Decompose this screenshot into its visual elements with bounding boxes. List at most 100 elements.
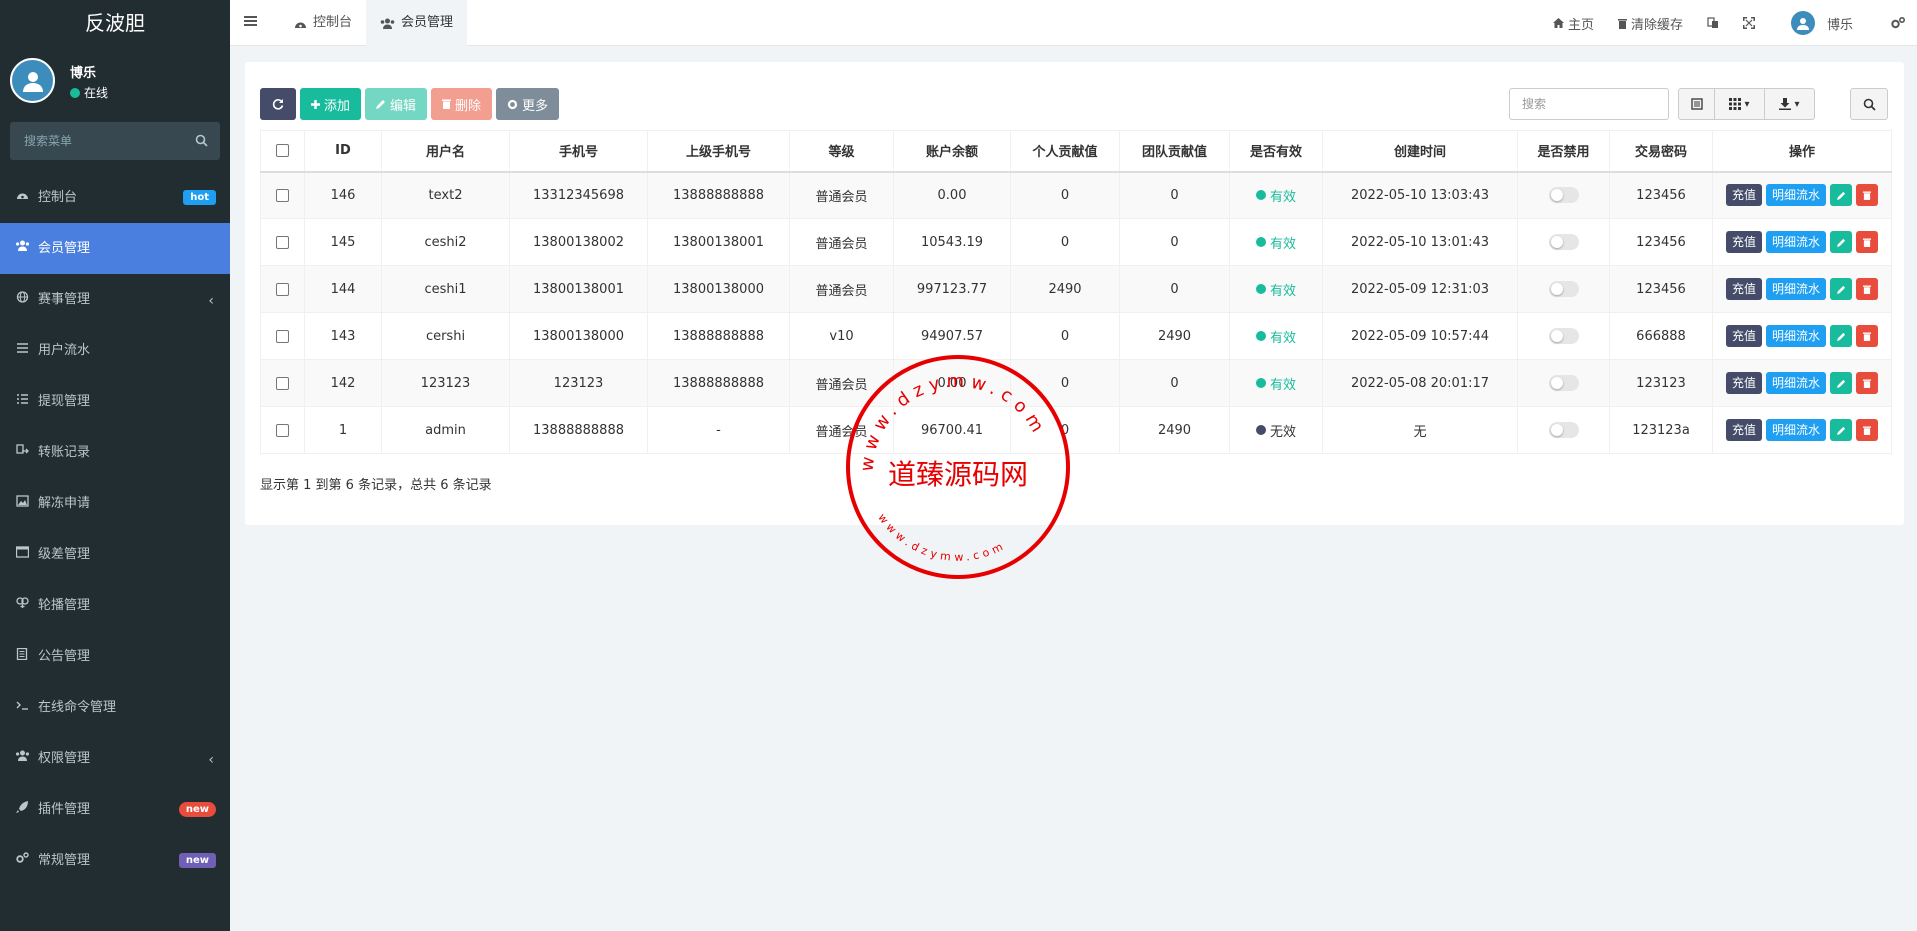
row-delete-button[interactable] — [1856, 184, 1879, 207]
row-checkbox[interactable] — [276, 282, 289, 296]
detail-flow-button[interactable]: 明细流水 — [1766, 325, 1827, 347]
col-header-personal[interactable]: 个人贡献值 — [1010, 130, 1120, 173]
sidebar-item-11[interactable]: 权限管理 ‹ — [0, 733, 230, 784]
refresh-button[interactable] — [260, 88, 296, 120]
disable-toggle[interactable] — [1548, 281, 1579, 297]
toggle-view-button[interactable] — [1678, 88, 1715, 120]
sidebar-item-3[interactable]: 用户流水 — [0, 325, 230, 376]
clear-cache-link[interactable]: 清除缓存 — [1606, 14, 1695, 33]
disable-toggle[interactable] — [1548, 375, 1579, 391]
user-menu[interactable]: 博乐 — [1767, 11, 1879, 35]
row-delete-button[interactable] — [1856, 231, 1879, 253]
menu-toggle-icon[interactable] — [244, 14, 258, 32]
sidebar-item-label: 轮播管理 — [38, 598, 91, 613]
row-edit-button[interactable] — [1830, 372, 1853, 394]
col-header-disabled[interactable]: 是否禁用 — [1517, 130, 1610, 173]
advanced-search-button[interactable] — [1850, 88, 1888, 120]
table-search-input[interactable] — [1509, 88, 1669, 120]
col-header-balance[interactable]: 账户余额 — [893, 130, 1011, 173]
detail-flow-button[interactable]: 明细流水 — [1766, 231, 1827, 253]
tab-member-management[interactable]: 会员管理 — [366, 0, 468, 46]
row-edit-button[interactable] — [1830, 325, 1853, 347]
detail-flow-button[interactable]: 明细流水 — [1766, 278, 1827, 300]
row-checkbox[interactable] — [276, 235, 289, 249]
recharge-button[interactable]: 充值 — [1725, 325, 1762, 347]
select-all-checkbox[interactable] — [276, 144, 289, 158]
edit-button[interactable]: 编辑 — [365, 88, 428, 120]
row-checkbox[interactable] — [276, 188, 289, 202]
language-button[interactable] — [1695, 17, 1731, 29]
table-row[interactable]: 144 ceshi1 13800138001 13800138000 普通会员 99712… — [260, 265, 1892, 313]
row-edit-button[interactable] — [1830, 419, 1853, 441]
table-row[interactable]: 143 cershi 13800138000 13888888888 v10 94907.… — [260, 312, 1892, 360]
search-icon[interactable] — [195, 134, 208, 151]
recharge-button[interactable]: 充值 — [1725, 372, 1762, 394]
cell-id: 144 — [304, 265, 382, 313]
chevron-left-icon: ‹ — [208, 293, 214, 309]
sidebar-item-1[interactable]: 会员管理 — [0, 223, 230, 274]
sidebar-item-12[interactable]: 插件管理 new — [0, 784, 230, 835]
recharge-button[interactable]: 充值 — [1725, 184, 1762, 207]
table-row[interactable]: 1 admin 13888888888- 普通会员 96700.41 0 2490 无效无 12… — [260, 406, 1892, 454]
columns-button[interactable]: ▾ — [1715, 88, 1765, 120]
row-checkbox[interactable] — [276, 329, 289, 343]
disable-toggle[interactable] — [1548, 422, 1579, 438]
row-delete-button[interactable] — [1856, 325, 1879, 347]
fullscreen-button[interactable] — [1731, 17, 1767, 29]
row-edit-button[interactable] — [1830, 278, 1853, 300]
row-edit-button[interactable] — [1830, 231, 1853, 253]
cell-id: 145 — [304, 218, 382, 266]
more-button[interactable]: 更多 — [496, 88, 560, 120]
recharge-button[interactable]: 充值 — [1725, 419, 1762, 441]
row-checkbox[interactable] — [276, 423, 289, 437]
user-avatar[interactable] — [10, 58, 55, 103]
disable-toggle[interactable] — [1548, 328, 1579, 344]
row-edit-button[interactable] — [1830, 184, 1853, 207]
sidebar-item-0[interactable]: 控制台 hot — [0, 172, 230, 223]
col-header-phone[interactable]: 手机号 — [509, 130, 648, 173]
home-link[interactable]: 主页 — [1541, 14, 1606, 33]
sidebar-item-5[interactable]: 转账记录 — [0, 427, 230, 478]
row-delete-button[interactable] — [1856, 419, 1879, 441]
app-logo[interactable]: 反波胆 — [0, 0, 230, 46]
sidebar-item-4[interactable]: 提现管理 — [0, 376, 230, 427]
recharge-button[interactable]: 充值 — [1725, 231, 1762, 253]
table-row[interactable]: 146 text2 13312345698 13888888888 普通会员 0.00 0 0… — [260, 171, 1892, 219]
row-delete-button[interactable] — [1856, 278, 1879, 300]
disable-toggle[interactable] — [1548, 187, 1579, 204]
settings-button[interactable] — [1879, 17, 1917, 29]
col-header-id[interactable]: ID — [304, 130, 382, 173]
col-header-parent-phone[interactable]: 上级手机号 — [647, 130, 790, 173]
cell-ops: 充值 明细流水 — [1712, 406, 1892, 454]
disable-toggle[interactable] — [1548, 234, 1579, 250]
detail-flow-button[interactable]: 明细流水 — [1766, 184, 1827, 207]
row-delete-button[interactable] — [1856, 372, 1879, 394]
cell-valid: 有效 — [1229, 171, 1323, 219]
sidebar-item-10[interactable]: 在线命令管理 — [0, 682, 230, 733]
tab-dashboard[interactable]: 控制台 — [280, 0, 366, 46]
col-header-username[interactable]: 用户名 — [381, 130, 510, 173]
sidebar-item-6[interactable]: 解冻申请 — [0, 478, 230, 529]
sidebar-item-13[interactable]: 常规管理 new — [0, 835, 230, 886]
table-row[interactable]: 142 123123 123123 13888888888 普通会员 0.00 0 0 有效 20… — [260, 359, 1892, 407]
col-header-level[interactable]: 等级 — [789, 130, 894, 173]
sidebar-item-9[interactable]: 公告管理 — [0, 631, 230, 682]
export-button[interactable]: ▾ — [1765, 88, 1815, 120]
delete-button[interactable]: 删除 — [431, 88, 493, 120]
table-row[interactable]: 145 ceshi2 13800138002 13800138001 普通会员 10543… — [260, 218, 1892, 266]
sidebar-item-2[interactable]: 赛事管理 ‹ — [0, 274, 230, 325]
row-checkbox[interactable] — [276, 376, 289, 390]
sidebar-search-input[interactable] — [10, 122, 220, 160]
col-header-trade-pwd[interactable]: 交易密码 — [1609, 130, 1713, 173]
col-header-team[interactable]: 团队贡献值 — [1119, 130, 1230, 173]
add-button[interactable]: 添加 — [300, 88, 362, 120]
recharge-button[interactable]: 充值 — [1725, 278, 1762, 300]
cell-valid: 有效 — [1229, 218, 1323, 266]
nav-tabs: 控制台 会员管理 — [280, 0, 468, 46]
col-header-valid[interactable]: 是否有效 — [1229, 130, 1323, 173]
detail-flow-button[interactable]: 明细流水 — [1766, 419, 1827, 441]
col-header-created[interactable]: 创建时间 — [1322, 130, 1518, 173]
detail-flow-button[interactable]: 明细流水 — [1766, 372, 1827, 394]
sidebar-item-7[interactable]: 级差管理 — [0, 529, 230, 580]
sidebar-item-8[interactable]: 轮播管理 — [0, 580, 230, 631]
